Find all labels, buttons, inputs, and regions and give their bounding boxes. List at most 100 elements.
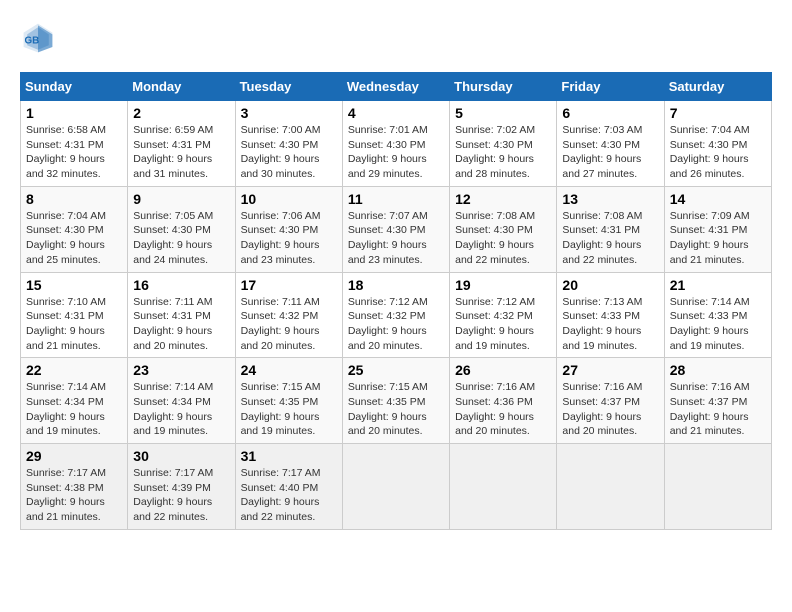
header-tuesday: Tuesday xyxy=(235,73,342,101)
day-info: Sunrise: 7:16 AM Sunset: 4:37 PM Dayligh… xyxy=(562,380,658,439)
day-info: Sunrise: 7:04 AM Sunset: 4:30 PM Dayligh… xyxy=(670,123,766,182)
day-info: Sunrise: 7:16 AM Sunset: 4:36 PM Dayligh… xyxy=(455,380,551,439)
calendar-cell: 25 Sunrise: 7:15 AM Sunset: 4:35 PM Dayl… xyxy=(342,358,449,444)
day-number: 31 xyxy=(241,448,337,464)
logo-icon: GB xyxy=(20,20,56,56)
day-number: 8 xyxy=(26,191,122,207)
day-number: 29 xyxy=(26,448,122,464)
day-number: 3 xyxy=(241,105,337,121)
day-info: Sunrise: 7:17 AM Sunset: 4:40 PM Dayligh… xyxy=(241,466,337,525)
calendar-cell xyxy=(557,444,664,530)
header-thursday: Thursday xyxy=(450,73,557,101)
day-number: 1 xyxy=(26,105,122,121)
day-info: Sunrise: 7:07 AM Sunset: 4:30 PM Dayligh… xyxy=(348,209,444,268)
day-number: 11 xyxy=(348,191,444,207)
header-friday: Friday xyxy=(557,73,664,101)
calendar-cell: 28 Sunrise: 7:16 AM Sunset: 4:37 PM Dayl… xyxy=(664,358,771,444)
day-info: Sunrise: 7:04 AM Sunset: 4:30 PM Dayligh… xyxy=(26,209,122,268)
day-info: Sunrise: 7:17 AM Sunset: 4:39 PM Dayligh… xyxy=(133,466,229,525)
calendar-cell: 29 Sunrise: 7:17 AM Sunset: 4:38 PM Dayl… xyxy=(21,444,128,530)
day-info: Sunrise: 7:05 AM Sunset: 4:30 PM Dayligh… xyxy=(133,209,229,268)
calendar-cell xyxy=(342,444,449,530)
calendar-cell: 15 Sunrise: 7:10 AM Sunset: 4:31 PM Dayl… xyxy=(21,272,128,358)
day-number: 13 xyxy=(562,191,658,207)
weekday-header-row: Sunday Monday Tuesday Wednesday Thursday… xyxy=(21,73,772,101)
day-info: Sunrise: 7:01 AM Sunset: 4:30 PM Dayligh… xyxy=(348,123,444,182)
calendar-cell: 6 Sunrise: 7:03 AM Sunset: 4:30 PM Dayli… xyxy=(557,101,664,187)
day-number: 2 xyxy=(133,105,229,121)
calendar-cell: 24 Sunrise: 7:15 AM Sunset: 4:35 PM Dayl… xyxy=(235,358,342,444)
day-number: 15 xyxy=(26,277,122,293)
calendar-cell: 22 Sunrise: 7:14 AM Sunset: 4:34 PM Dayl… xyxy=(21,358,128,444)
calendar-cell: 5 Sunrise: 7:02 AM Sunset: 4:30 PM Dayli… xyxy=(450,101,557,187)
day-info: Sunrise: 7:03 AM Sunset: 4:30 PM Dayligh… xyxy=(562,123,658,182)
day-info: Sunrise: 7:06 AM Sunset: 4:30 PM Dayligh… xyxy=(241,209,337,268)
day-number: 14 xyxy=(670,191,766,207)
calendar-cell: 18 Sunrise: 7:12 AM Sunset: 4:32 PM Dayl… xyxy=(342,272,449,358)
day-number: 19 xyxy=(455,277,551,293)
calendar-cell: 4 Sunrise: 7:01 AM Sunset: 4:30 PM Dayli… xyxy=(342,101,449,187)
day-info: Sunrise: 7:16 AM Sunset: 4:37 PM Dayligh… xyxy=(670,380,766,439)
day-number: 10 xyxy=(241,191,337,207)
day-info: Sunrise: 7:11 AM Sunset: 4:32 PM Dayligh… xyxy=(241,295,337,354)
calendar-cell: 27 Sunrise: 7:16 AM Sunset: 4:37 PM Dayl… xyxy=(557,358,664,444)
page-header: GB xyxy=(20,20,772,56)
calendar-cell: 3 Sunrise: 7:00 AM Sunset: 4:30 PM Dayli… xyxy=(235,101,342,187)
day-number: 4 xyxy=(348,105,444,121)
calendar-cell: 17 Sunrise: 7:11 AM Sunset: 4:32 PM Dayl… xyxy=(235,272,342,358)
day-info: Sunrise: 7:10 AM Sunset: 4:31 PM Dayligh… xyxy=(26,295,122,354)
calendar-table: Sunday Monday Tuesday Wednesday Thursday… xyxy=(20,72,772,530)
day-info: Sunrise: 7:14 AM Sunset: 4:34 PM Dayligh… xyxy=(26,380,122,439)
day-info: Sunrise: 7:02 AM Sunset: 4:30 PM Dayligh… xyxy=(455,123,551,182)
day-info: Sunrise: 7:08 AM Sunset: 4:31 PM Dayligh… xyxy=(562,209,658,268)
day-info: Sunrise: 7:13 AM Sunset: 4:33 PM Dayligh… xyxy=(562,295,658,354)
day-number: 23 xyxy=(133,362,229,378)
day-number: 18 xyxy=(348,277,444,293)
day-info: Sunrise: 7:14 AM Sunset: 4:34 PM Dayligh… xyxy=(133,380,229,439)
day-info: Sunrise: 7:14 AM Sunset: 4:33 PM Dayligh… xyxy=(670,295,766,354)
day-number: 24 xyxy=(241,362,337,378)
day-number: 5 xyxy=(455,105,551,121)
day-info: Sunrise: 7:00 AM Sunset: 4:30 PM Dayligh… xyxy=(241,123,337,182)
day-info: Sunrise: 7:12 AM Sunset: 4:32 PM Dayligh… xyxy=(455,295,551,354)
calendar-cell: 21 Sunrise: 7:14 AM Sunset: 4:33 PM Dayl… xyxy=(664,272,771,358)
calendar-cell: 10 Sunrise: 7:06 AM Sunset: 4:30 PM Dayl… xyxy=(235,186,342,272)
calendar-cell: 23 Sunrise: 7:14 AM Sunset: 4:34 PM Dayl… xyxy=(128,358,235,444)
calendar-cell: 11 Sunrise: 7:07 AM Sunset: 4:30 PM Dayl… xyxy=(342,186,449,272)
header-saturday: Saturday xyxy=(664,73,771,101)
header-wednesday: Wednesday xyxy=(342,73,449,101)
day-info: Sunrise: 6:58 AM Sunset: 4:31 PM Dayligh… xyxy=(26,123,122,182)
day-info: Sunrise: 7:12 AM Sunset: 4:32 PM Dayligh… xyxy=(348,295,444,354)
calendar-cell: 8 Sunrise: 7:04 AM Sunset: 4:30 PM Dayli… xyxy=(21,186,128,272)
day-number: 21 xyxy=(670,277,766,293)
day-number: 17 xyxy=(241,277,337,293)
day-number: 20 xyxy=(562,277,658,293)
day-info: Sunrise: 7:15 AM Sunset: 4:35 PM Dayligh… xyxy=(241,380,337,439)
svg-text:GB: GB xyxy=(25,35,40,46)
logo: GB xyxy=(20,20,62,56)
day-number: 12 xyxy=(455,191,551,207)
day-info: Sunrise: 7:09 AM Sunset: 4:31 PM Dayligh… xyxy=(670,209,766,268)
day-number: 28 xyxy=(670,362,766,378)
day-info: Sunrise: 7:08 AM Sunset: 4:30 PM Dayligh… xyxy=(455,209,551,268)
calendar-cell: 1 Sunrise: 6:58 AM Sunset: 4:31 PM Dayli… xyxy=(21,101,128,187)
calendar-cell: 31 Sunrise: 7:17 AM Sunset: 4:40 PM Dayl… xyxy=(235,444,342,530)
day-number: 7 xyxy=(670,105,766,121)
header-sunday: Sunday xyxy=(21,73,128,101)
day-number: 9 xyxy=(133,191,229,207)
calendar-cell: 2 Sunrise: 6:59 AM Sunset: 4:31 PM Dayli… xyxy=(128,101,235,187)
day-info: Sunrise: 7:11 AM Sunset: 4:31 PM Dayligh… xyxy=(133,295,229,354)
day-number: 27 xyxy=(562,362,658,378)
day-number: 6 xyxy=(562,105,658,121)
calendar-cell: 12 Sunrise: 7:08 AM Sunset: 4:30 PM Dayl… xyxy=(450,186,557,272)
day-number: 16 xyxy=(133,277,229,293)
day-number: 26 xyxy=(455,362,551,378)
calendar-cell: 9 Sunrise: 7:05 AM Sunset: 4:30 PM Dayli… xyxy=(128,186,235,272)
calendar-cell: 20 Sunrise: 7:13 AM Sunset: 4:33 PM Dayl… xyxy=(557,272,664,358)
calendar-cell: 30 Sunrise: 7:17 AM Sunset: 4:39 PM Dayl… xyxy=(128,444,235,530)
calendar-cell xyxy=(450,444,557,530)
day-number: 25 xyxy=(348,362,444,378)
day-info: Sunrise: 6:59 AM Sunset: 4:31 PM Dayligh… xyxy=(133,123,229,182)
calendar-cell xyxy=(664,444,771,530)
calendar-cell: 14 Sunrise: 7:09 AM Sunset: 4:31 PM Dayl… xyxy=(664,186,771,272)
